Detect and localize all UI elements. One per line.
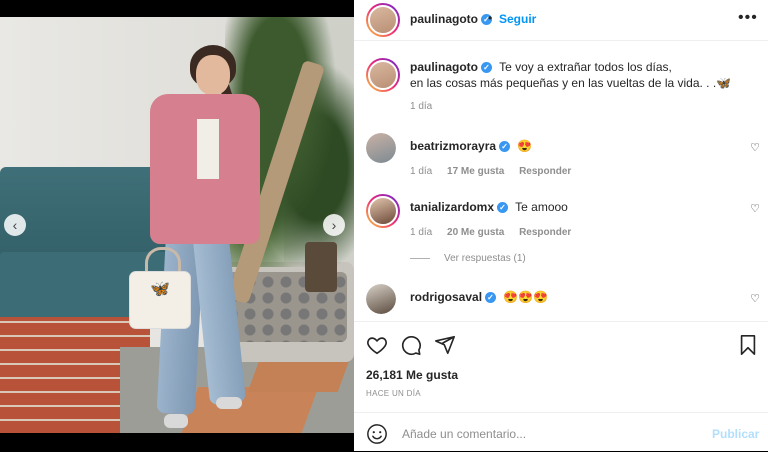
butterfly-icon: 🦋 [150, 281, 170, 298]
comment-avatar[interactable] [366, 133, 396, 163]
person-shoe [164, 414, 188, 428]
comment-text: tanializardomx ✓ Te amooo [410, 200, 568, 214]
verified-icon: ✓ [499, 141, 511, 153]
person-shoe [216, 397, 242, 409]
photo-scene: 🦋 [0, 17, 354, 433]
publish-button[interactable]: Publicar [712, 427, 759, 441]
author-avatar[interactable] [366, 3, 400, 37]
posted-time[interactable]: Hace un día [366, 389, 421, 398]
replies-divider [410, 257, 430, 259]
verified-icon: ✓ [497, 202, 509, 214]
comment-input[interactable] [400, 423, 704, 445]
separator-dot: • [488, 11, 493, 25]
author-username[interactable]: paulinagoto [410, 12, 478, 26]
heart-icon[interactable]: ♡ [750, 141, 760, 154]
likes-count[interactable]: 26,181 Me gusta [366, 368, 458, 382]
add-comment-bar: Publicar [354, 412, 768, 452]
comment-text: beatrizmorayra ✓ 😍 [410, 139, 532, 153]
comment-time[interactable]: 1 día [410, 166, 432, 177]
follow-button[interactable]: Seguir [499, 12, 536, 26]
comment-username[interactable]: tanializardomx ✓ [410, 200, 509, 214]
post-photo[interactable]: 🦋 ‹ › [0, 0, 354, 451]
like-heart-icon[interactable] [366, 334, 388, 356]
comment-item: beatrizmorayra ✓ 😍 1 día 17 Me gusta Resp… [354, 133, 768, 183]
caption-avatar[interactable] [366, 58, 400, 92]
view-replies-label[interactable]: Ver respuestas (1) [444, 253, 526, 264]
person-face [196, 55, 230, 95]
verified-icon: ✓ [485, 292, 497, 304]
photo-person [140, 39, 270, 433]
reply-button[interactable]: Responder [519, 166, 571, 177]
person-top [197, 119, 219, 179]
instagram-post-modal: 🦋 ‹ › paulinagoto ✓ • Seguir ••• paulinag… [0, 0, 768, 451]
comment-icon[interactable] [400, 334, 422, 356]
post-actions-bar [354, 321, 768, 366]
caption-username[interactable]: paulinagoto ✓ [410, 60, 492, 74]
verified-icon: ✓ [481, 62, 492, 74]
comment-body: 😍 [517, 139, 533, 153]
comment-body: 😍😍😍 [503, 290, 549, 304]
caption-text: paulinagoto ✓ Te voy a extrañar todos los… [410, 59, 750, 91]
author-username-wrap[interactable]: paulinagoto ✓ [410, 12, 492, 26]
caption-timestamp[interactable]: 1 día [410, 101, 432, 112]
heart-icon[interactable]: ♡ [750, 292, 760, 305]
more-options-icon[interactable]: ••• [738, 9, 758, 27]
comment-time[interactable]: 1 día [410, 227, 432, 238]
heart-icon[interactable]: ♡ [750, 202, 760, 215]
reply-button[interactable]: Responder [519, 227, 571, 238]
comment-likes[interactable]: 20 Me gusta [447, 227, 504, 238]
post-side-panel: paulinagoto ✓ • Seguir ••• paulinagoto ✓ T… [354, 0, 768, 451]
bookmark-icon[interactable] [738, 334, 758, 356]
carousel-prev-button[interactable]: ‹ [4, 214, 26, 236]
photo-pot [305, 242, 337, 292]
comment-username[interactable]: beatrizmorayra ✓ [410, 139, 511, 153]
caption-line-2: en las cosas más pequeñas y en las vuelt… [410, 76, 732, 90]
share-icon[interactable] [434, 334, 456, 356]
carousel-next-button[interactable]: › [323, 214, 345, 236]
comment-item: tanializardomx ✓ Te amooo 1 día 20 Me gus… [354, 194, 768, 244]
view-replies-button[interactable]: Ver respuestas (1) [410, 253, 526, 264]
emoji-icon[interactable] [366, 423, 388, 445]
comment-meta: 1 día 17 Me gusta Responder [410, 166, 571, 177]
comment-meta: 1 día 20 Me gusta Responder [410, 227, 571, 238]
comment-avatar[interactable] [366, 284, 396, 314]
comment-body: Te amooo [515, 200, 568, 214]
caption-line-1: Te voy a extrañar todos los días, [499, 60, 672, 74]
comment-text: rodrigosaval ✓ 😍😍😍 [410, 290, 548, 304]
comment-avatar[interactable] [366, 194, 400, 228]
comment-likes[interactable]: 17 Me gusta [447, 166, 504, 177]
comment-username[interactable]: rodrigosaval ✓ [410, 290, 497, 304]
post-header: paulinagoto ✓ • Seguir ••• [354, 0, 768, 41]
